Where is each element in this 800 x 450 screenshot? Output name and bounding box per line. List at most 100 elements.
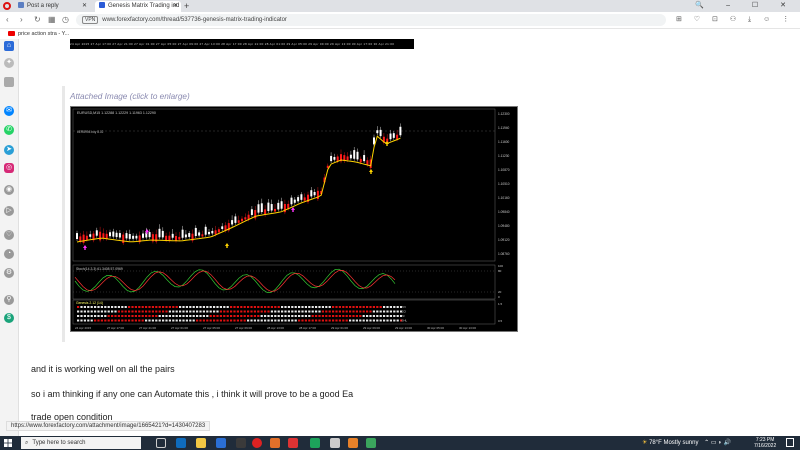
matrix-dot <box>87 315 90 317</box>
candle <box>300 194 303 200</box>
candle <box>158 228 161 238</box>
player-icon[interactable]: ◉ <box>4 185 14 195</box>
matrix-dot <box>236 319 239 322</box>
history-icon[interactable]: ◔ <box>4 249 14 259</box>
matrix-dot <box>247 306 250 308</box>
matrix-dot <box>192 315 195 317</box>
attached-chart-image[interactable]: EURUSD,M15 1.12288 1.12229 1.11963 1.122… <box>70 106 518 332</box>
home-icon[interactable]: ⌂ <box>4 41 14 51</box>
matrix-dot <box>206 319 209 322</box>
time-tick-label: 28 Apr 17:00 <box>299 326 316 330</box>
candle <box>214 230 217 235</box>
previous-chart-strip[interactable]: 24 Apr 2015 27 Apr 17:00 27 Apr 21:00 27… <box>70 39 414 49</box>
close-tab-icon[interactable]: ✕ <box>82 1 87 12</box>
telegram-icon[interactable]: ➤ <box>4 145 14 155</box>
app-orange2-icon[interactable] <box>348 438 358 448</box>
task-view-icon[interactable] <box>156 438 166 448</box>
matrix-dot <box>104 319 107 322</box>
price-tick-label: 1.11940 <box>498 126 510 130</box>
bookmark-sidebar-icon[interactable]: ✦ <box>4 58 14 68</box>
matrix-dot <box>345 310 348 313</box>
new-tab-button[interactable]: + <box>184 0 189 12</box>
matrix-dot <box>315 319 318 322</box>
taskbar-search-input[interactable]: ⌕ Type here to search <box>21 437 141 449</box>
settings-icon[interactable]: ⚙ <box>4 268 14 278</box>
notification-icon[interactable] <box>786 438 794 447</box>
vpn-badge[interactable]: VPN <box>82 16 99 24</box>
heart-icon[interactable]: ♡ <box>4 230 14 240</box>
whatsapp-icon[interactable]: ✆ <box>4 125 14 135</box>
opera-taskbar-icon[interactable] <box>252 438 262 448</box>
matrix-dot <box>376 306 379 308</box>
windows-start-icon[interactable] <box>4 439 12 447</box>
instagram-icon[interactable]: ◎ <box>4 163 14 173</box>
opera-logo-icon[interactable] <box>3 2 11 10</box>
system-tray[interactable]: ☀ 78°F Mostly sunny ⌃ ▭ ◗ 🔊 <box>642 436 731 450</box>
matrix-dot <box>311 306 314 308</box>
app-icon[interactable] <box>4 77 14 87</box>
tabs-grid-icon[interactable]: ▦ <box>48 14 56 26</box>
app-orange-icon[interactable] <box>270 438 280 448</box>
messenger-icon[interactable]: ✉ <box>4 106 14 116</box>
matrix-dot <box>138 315 141 317</box>
mail-icon[interactable] <box>216 438 226 448</box>
matrix-dot <box>264 310 267 313</box>
matrix-dot <box>287 310 290 313</box>
speed-dial-icon[interactable]: ◷ <box>62 14 69 26</box>
candle <box>389 133 392 140</box>
candle <box>76 233 78 239</box>
matrix-dot <box>141 306 144 308</box>
tab-post-a-reply[interactable]: Post a reply ✕ <box>14 1 90 12</box>
matrix-dot <box>100 306 103 308</box>
matrix-dot <box>389 319 392 322</box>
matrix-dot <box>165 306 168 308</box>
bookmark-link[interactable]: price action stra - Y... <box>18 31 69 37</box>
matrix-dot <box>94 319 97 322</box>
forward-icon[interactable]: › <box>20 14 23 26</box>
matrix-dot <box>321 306 324 308</box>
address-bar[interactable]: VPN www.forexfactory.com/thread/537736-ge… <box>76 14 666 26</box>
pin-icon[interactable]: ⚲ <box>4 295 14 305</box>
matrix-dot <box>213 310 216 313</box>
matrix-dot <box>199 306 202 308</box>
app-chart-icon[interactable] <box>366 438 376 448</box>
file-explorer-icon[interactable] <box>196 438 206 448</box>
app-grey-icon[interactable] <box>330 438 340 448</box>
reload-icon[interactable]: ↻ <box>34 14 41 26</box>
stoch-scale-label: 20 <box>498 290 502 294</box>
matrix-dot <box>294 306 297 308</box>
matrix-dot <box>141 315 144 317</box>
matrix-dot <box>318 306 321 308</box>
candle <box>376 130 379 134</box>
back-icon[interactable]: ‹ <box>6 14 9 26</box>
matrix-dot <box>328 310 331 313</box>
wallet-icon[interactable]: $ <box>4 313 14 323</box>
attached-image-link[interactable]: Attached Image (click to enlarge) <box>70 92 190 101</box>
tab-genesis-matrix[interactable]: Genesis Matrix Trading ind ✕ <box>95 1 181 12</box>
app-red-icon[interactable] <box>288 438 298 448</box>
matrix-dot <box>301 315 304 317</box>
store-icon[interactable] <box>236 438 246 448</box>
tray-icons[interactable]: ⌃ ▭ ◗ 🔊 <box>704 440 731 446</box>
matrix-dot <box>315 310 318 313</box>
taskbar-clock[interactable]: 7:23 PM 7/16/2022 <box>754 437 776 449</box>
close-tab-icon[interactable]: ✕ <box>173 1 178 12</box>
matrix-dot <box>213 306 216 308</box>
window-controls[interactable]: 🔍 – ☐ ✕ <box>695 0 796 12</box>
candle <box>280 201 283 209</box>
toolbar-extension-icons[interactable]: ⊞ ♡ ⊡ ⚇ ⤓ ☺ ⋮ <box>676 14 794 26</box>
app-green-icon[interactable] <box>310 438 320 448</box>
flow-icon[interactable]: ▷ <box>4 206 14 216</box>
matrix-dot <box>219 319 222 322</box>
candle <box>310 190 313 197</box>
price-tick-label: 1.10870 <box>498 168 510 172</box>
time-tick-label: 27 Apr 17:00 <box>107 326 124 330</box>
candle <box>363 155 366 162</box>
matrix-dot <box>281 310 284 313</box>
matrix-dot <box>134 310 137 313</box>
matrix-dot <box>165 310 168 313</box>
matrix-dot <box>315 306 318 308</box>
edge-icon[interactable] <box>176 438 186 448</box>
matrix-dot <box>250 319 253 322</box>
matrix-dot <box>223 306 226 308</box>
